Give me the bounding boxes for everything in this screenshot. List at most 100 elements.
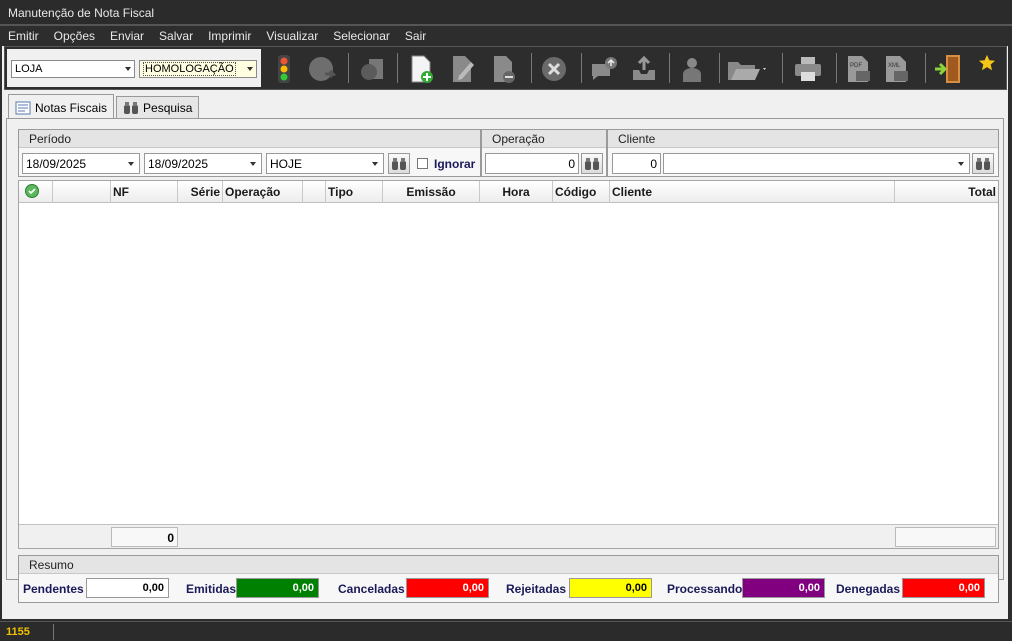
pendentes-label: Pendentes	[23, 582, 84, 596]
favorite-star-icon[interactable]	[975, 51, 999, 75]
pdf-icon[interactable]: PDF	[842, 53, 876, 85]
binoculars-icon	[392, 157, 406, 170]
database-icon[interactable]	[355, 53, 389, 85]
grid-col-nf[interactable]: NF	[111, 181, 178, 203]
toolbar-separator	[836, 53, 837, 83]
xml-icon[interactable]: XML	[880, 53, 914, 85]
notas-grid[interactable]: NF Série Operação Tipo Emissão Hora Códi…	[18, 180, 999, 549]
menu-sair[interactable]: Sair	[397, 27, 433, 45]
binoculars-icon	[976, 157, 990, 170]
edit-document-icon[interactable]	[446, 53, 480, 85]
grid-col-serie[interactable]: Série	[178, 181, 223, 203]
status-bar: 1155	[0, 621, 1012, 641]
traffic-light-icon[interactable]	[267, 53, 301, 85]
cancel-icon[interactable]	[537, 53, 571, 85]
resumo-header: Resumo	[19, 556, 998, 574]
cliente-header: Cliente	[608, 130, 998, 148]
tab-label: Notas Fiscais	[35, 101, 108, 115]
periodo-group: Período 18/09/2025 18/09/2025 HOJE Ignor…	[18, 129, 481, 177]
main-window: Manutenção de Nota Fiscal Emitir Opções …	[0, 0, 1012, 641]
grid-col-emissao[interactable]: Emissão	[383, 181, 480, 203]
rejeitadas-label: Rejeitadas	[506, 582, 567, 596]
canceladas-value: 0,00	[406, 578, 489, 598]
new-document-icon[interactable]	[404, 53, 438, 85]
remove-document-icon[interactable]	[487, 53, 521, 85]
emitidas-value: 0,00	[236, 578, 319, 598]
tab-pesquisa[interactable]: Pesquisa	[116, 96, 200, 118]
globe-icon[interactable]	[305, 53, 339, 85]
search-cliente-button[interactable]	[972, 153, 994, 174]
toolbar-separator	[719, 53, 720, 83]
exit-door-icon[interactable]	[931, 53, 965, 85]
title-bar: Manutenção de Nota Fiscal	[0, 0, 1012, 26]
operacao-header: Operação	[482, 130, 606, 148]
period-preset-select[interactable]: HOJE	[266, 153, 384, 174]
emitidas-label: Emitidas	[186, 582, 237, 596]
cliente-group: Cliente 0	[607, 129, 999, 177]
menu-salvar[interactable]: Salvar	[151, 27, 200, 45]
binoculars-icon	[585, 157, 599, 170]
menu-opcoes[interactable]: Opções	[46, 27, 102, 45]
loja-select-value: LOJA	[15, 63, 43, 75]
open-folder-icon[interactable]	[725, 53, 769, 85]
grid-col-total[interactable]: Total	[895, 181, 998, 203]
toolbar-separator	[925, 53, 926, 83]
date-to-select[interactable]: 18/09/2025	[144, 153, 262, 174]
rejeitadas-value: 0,00	[569, 578, 652, 598]
toolbar-separator	[581, 53, 582, 83]
upload-tray-icon[interactable]	[627, 53, 661, 85]
grid-col-blank[interactable]	[53, 181, 111, 203]
loja-select[interactable]: LOJA	[11, 60, 135, 78]
toolbar: LOJA HOMOLOGAÇÃO PDF XML	[4, 46, 1007, 90]
send-message-icon[interactable]	[587, 53, 621, 85]
menu-visualizar[interactable]: Visualizar	[258, 27, 325, 45]
cliente-code-value: 0	[650, 157, 657, 171]
cliente-code-input[interactable]: 0	[612, 153, 661, 174]
grid-footer: 0	[19, 524, 998, 548]
periodo-header: Período	[19, 130, 480, 148]
ignorar-checkbox[interactable]	[417, 158, 428, 169]
cliente-name-select[interactable]	[663, 153, 970, 174]
svg-text:PDF: PDF	[850, 63, 862, 69]
operacao-input[interactable]: 0	[485, 153, 579, 174]
tab-notas-fiscais[interactable]: Notas Fiscais	[8, 94, 115, 118]
grid-col-status[interactable]	[19, 181, 53, 203]
grid-col-cliente[interactable]: Cliente	[610, 181, 895, 203]
search-operacao-button[interactable]	[581, 153, 603, 174]
menu-enviar[interactable]: Enviar	[102, 27, 151, 45]
denegadas-label: Denegadas	[836, 582, 901, 596]
check-circle-icon	[25, 184, 39, 198]
status-divider	[53, 624, 54, 640]
operacao-value: 0	[568, 157, 575, 171]
canceladas-label: Canceladas	[338, 582, 405, 596]
grid-col-blank2[interactable]	[303, 181, 326, 203]
chevron-down-icon	[250, 162, 256, 166]
date-from-select[interactable]: 18/09/2025	[22, 153, 140, 174]
grid-col-operacao[interactable]: Operação	[223, 181, 303, 203]
printer-icon[interactable]	[791, 53, 825, 85]
grid-col-tipo[interactable]: Tipo	[326, 181, 383, 203]
ambiente-select-value: HOMOLOGAÇÃO	[143, 62, 236, 76]
grid-col-codigo[interactable]: Código	[553, 181, 610, 203]
search-period-button[interactable]	[388, 153, 410, 174]
toolbar-separator	[782, 53, 783, 83]
footer-count: 0	[111, 527, 178, 547]
toolbar-separator	[531, 53, 532, 83]
tab-strip: Notas Fiscais Pesquisa	[8, 94, 201, 118]
grid-col-hora[interactable]: Hora	[480, 181, 553, 203]
status-code: 1155	[6, 626, 30, 638]
grid-header: NF Série Operação Tipo Emissão Hora Códi…	[19, 181, 998, 203]
date-to-value: 18/09/2025	[148, 157, 209, 171]
toolbar-separator	[348, 53, 349, 83]
menu-imprimir[interactable]: Imprimir	[200, 27, 258, 45]
title-separator	[0, 24, 1012, 26]
processando-label: Processando	[667, 582, 743, 596]
menu-selecionar[interactable]: Selecionar	[325, 27, 397, 45]
chevron-down-icon	[372, 162, 378, 166]
menu-emitir[interactable]: Emitir	[0, 27, 46, 45]
chevron-down-icon	[247, 67, 253, 71]
ambiente-select[interactable]: HOMOLOGAÇÃO	[139, 60, 257, 78]
user-icon[interactable]	[675, 53, 709, 85]
binoculars-icon	[124, 102, 139, 114]
period-preset-value: HOJE	[270, 157, 303, 171]
